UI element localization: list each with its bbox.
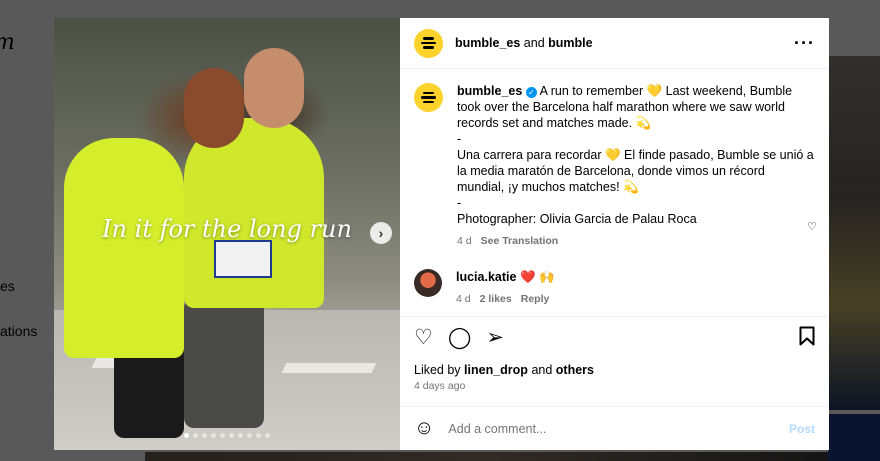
emoji-icon[interactable]: ☺ <box>414 417 434 440</box>
photo-crosswalk <box>281 363 377 373</box>
comment-input[interactable] <box>448 421 789 436</box>
heart-icon[interactable]: ♡ <box>414 327 433 349</box>
bumble-logo-bar <box>423 37 434 40</box>
comment-text: ❤️ 🙌 <box>519 270 555 284</box>
post-comment-button[interactable]: Post <box>789 422 815 436</box>
header-connector: and <box>523 36 545 50</box>
photo-runner <box>64 138 184 358</box>
carousel-dot <box>202 433 207 438</box>
more-horizontal-icon[interactable]: ··· <box>794 34 815 52</box>
post-actions: ♡ ◯ ➢ Liked by linen_drop and others 4 d… <box>400 316 829 406</box>
post-caption-line: Photographer: Olivia Garcia de Palau Roc… <box>457 212 697 226</box>
photo-runner-head <box>184 68 244 148</box>
carousel-dot <box>256 433 261 438</box>
liked-by-prefix: Liked by <box>414 363 461 377</box>
carousel-dot <box>211 433 216 438</box>
next-slide-button[interactable]: › <box>370 222 392 244</box>
bumble-logo-bar <box>421 41 436 45</box>
post-caption: bumble_es ✓ A run to remember 💛 Last wee… <box>457 83 815 249</box>
carousel-dot <box>265 433 270 438</box>
comment-likes[interactable]: 2 likes <box>480 293 512 305</box>
liked-by-and: and <box>531 363 553 377</box>
liked-by-user[interactable]: linen_drop <box>464 363 528 377</box>
bumble-logo-bar <box>423 91 434 95</box>
like-comment-icon[interactable]: ♡ <box>807 220 817 233</box>
bumble-logo-bar <box>423 46 434 49</box>
post-caption-line: - <box>457 196 462 210</box>
comment-meta: 4 d 2 likes Reply <box>456 291 555 307</box>
media-caption: In it for the long run <box>102 215 352 243</box>
see-translation-button[interactable]: See Translation <box>481 235 559 247</box>
comment-username[interactable]: lucia.katie <box>456 270 516 284</box>
comment-row: lucia.katie ❤️ 🙌 4 d 2 likes Reply <box>414 269 815 307</box>
post-modal: In it for the long run › bumble_es and b… <box>54 18 829 450</box>
post-header: bumble_es and bumble ··· <box>400 18 829 69</box>
carousel-dot <box>229 433 234 438</box>
carousel-dot <box>238 433 243 438</box>
post-caption-line: bumble_es ✓ A run to remember 💛 Last wee… <box>457 83 815 131</box>
comment-body: lucia.katie ❤️ 🙌 4 d 2 likes Reply <box>456 269 555 307</box>
photo-race-bib <box>214 240 272 278</box>
carousel-dot <box>220 433 225 438</box>
carousel-dot <box>247 433 252 438</box>
verified-badge-icon: ✓ <box>525 87 537 98</box>
post-username[interactable]: bumble_es <box>457 84 522 98</box>
comment-line: lucia.katie ❤️ 🙌 <box>456 269 555 285</box>
carousel-dots <box>54 433 400 438</box>
comment-time: 4 d <box>456 293 471 305</box>
avatar[interactable] <box>414 269 442 297</box>
post-date: 4 days ago <box>414 380 466 392</box>
bookmark-icon[interactable] <box>799 326 815 351</box>
post-panel: bumble_es and bumble ··· bumble_es ✓ A r… <box>400 18 829 450</box>
header-collaborator-link[interactable]: bumble <box>548 36 592 50</box>
bumble-logo-bar <box>421 96 436 99</box>
post-media[interactable]: In it for the long run › <box>54 18 400 450</box>
action-icons: ♡ ◯ ➢ <box>414 326 815 351</box>
reply-button[interactable]: Reply <box>521 293 550 305</box>
post-body: bumble_es ✓ A run to remember 💛 Last wee… <box>400 69 829 316</box>
post-caption-line: - <box>457 132 462 146</box>
chevron-right-icon: › <box>378 225 384 241</box>
share-icon[interactable]: ➢ <box>486 327 504 349</box>
header-accounts: bumble_es and bumble <box>455 36 593 50</box>
bookmark-icon-shape <box>799 326 815 345</box>
carousel-dot <box>184 433 189 438</box>
avatar[interactable] <box>414 83 443 112</box>
comment-icon[interactable]: ◯ <box>448 327 472 349</box>
post-time: 4 d <box>457 235 472 247</box>
carousel-dot <box>193 433 198 438</box>
header-account-link[interactable]: bumble_es <box>455 36 520 50</box>
add-comment-bar: ☺ Post <box>400 406 829 450</box>
post-meta: 4 d See Translation <box>457 233 815 249</box>
post-caption-row: bumble_es ✓ A run to remember 💛 Last wee… <box>414 83 815 249</box>
photo-runner-legs <box>184 298 264 428</box>
post-caption-line: Una carrera para recordar 💛 El finde pas… <box>457 148 814 194</box>
photo-runner-head <box>244 48 304 128</box>
bumble-logo-bar <box>423 100 434 104</box>
liked-by: Liked by linen_drop and others <box>414 363 815 377</box>
liked-by-others[interactable]: others <box>556 363 594 377</box>
avatar[interactable] <box>414 28 443 58</box>
